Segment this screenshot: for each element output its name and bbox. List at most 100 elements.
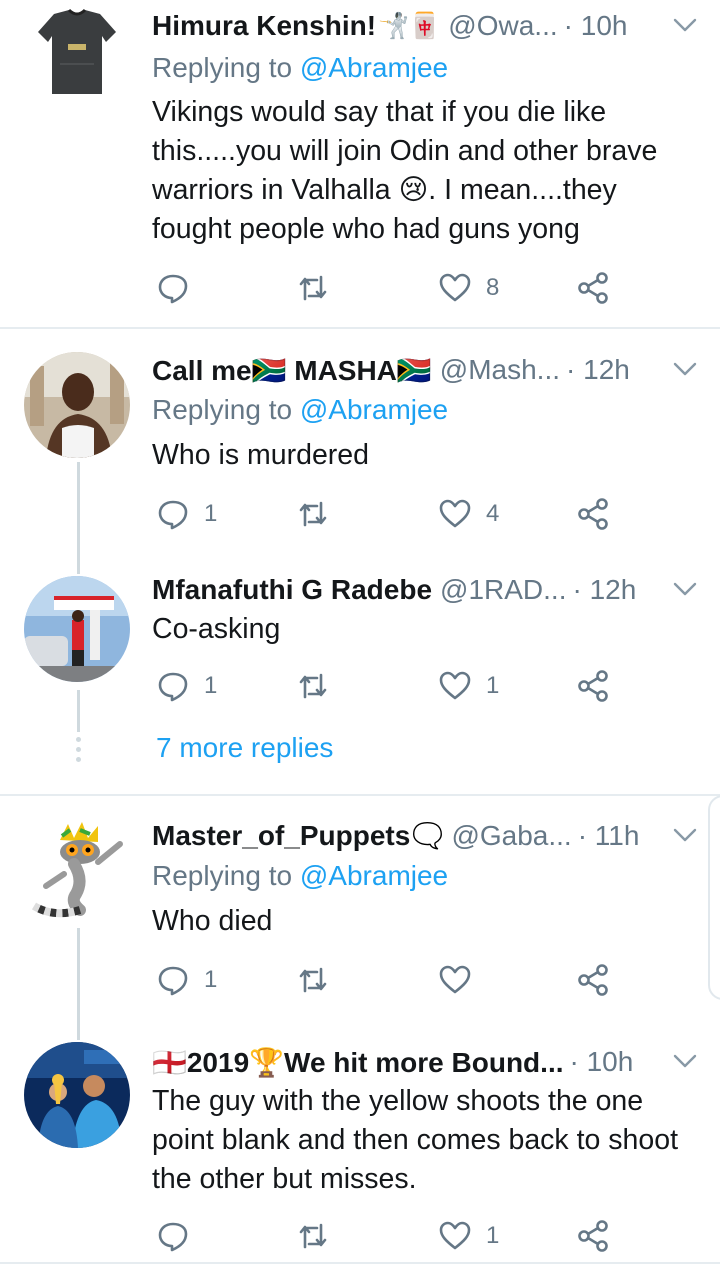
- user-handle[interactable]: @Owa...: [448, 10, 557, 42]
- chevron-down-icon[interactable]: [670, 820, 700, 850]
- display-name[interactable]: Master_of_Puppets: [152, 820, 410, 852]
- share-icon: [578, 272, 608, 304]
- retweet-button[interactable]: [296, 268, 344, 308]
- user-handle[interactable]: @1RAD...: [440, 574, 566, 606]
- tweet-header: Himura Kenshin! 🤺🀄 @Owa... · 10h: [152, 6, 700, 46]
- share-icon: [578, 964, 608, 996]
- avatar[interactable]: [24, 352, 130, 458]
- avatar[interactable]: [24, 1042, 130, 1148]
- action-bar: 8: [152, 268, 632, 308]
- reply-icon: [158, 500, 188, 530]
- retweet-button[interactable]: [296, 960, 344, 1000]
- like-button[interactable]: 4: [438, 494, 499, 534]
- action-bar: 1 1: [152, 666, 632, 706]
- timestamp[interactable]: · 11h: [578, 820, 640, 852]
- share-icon: [578, 1220, 608, 1252]
- reply-icon: [158, 1222, 188, 1252]
- tweet[interactable]: Himura Kenshin! 🤺🀄 @Owa... · 10h Replyin…: [0, 0, 720, 328]
- like-button[interactable]: 8: [438, 268, 499, 308]
- retweet-button[interactable]: [296, 666, 344, 706]
- replying-to-link[interactable]: @Abramjee: [300, 860, 448, 891]
- tweet-text: The guy with the yellow shoots the one p…: [152, 1085, 679, 1195]
- chevron-down-icon[interactable]: [670, 574, 700, 604]
- display-name[interactable]: Himura Kenshin!: [152, 10, 376, 42]
- like-count: 1: [486, 672, 500, 699]
- tweet[interactable]: Mfanafuthi G Radebe @1RAD... · 12h Co-as…: [0, 560, 720, 730]
- user-handle[interactable]: @Gaba...: [451, 820, 571, 852]
- replying-to: Replying to @Abramjee: [152, 52, 449, 83]
- retweet-icon: [299, 673, 327, 699]
- tweet-header: Mfanafuthi G Radebe @1RAD... · 12h: [152, 570, 700, 610]
- reply-count: 1: [204, 500, 218, 527]
- retweet-icon: [299, 967, 327, 993]
- name-emoji: 🤺🀄: [378, 11, 441, 40]
- tweet-header: Master_of_Puppets 🗨️ @Gaba... · 11h: [152, 816, 700, 856]
- timestamp[interactable]: · 10h: [570, 1046, 634, 1078]
- tweet-text: Who died: [152, 905, 273, 937]
- tweet-text: Who is murdered: [152, 439, 369, 471]
- like-button[interactable]: [438, 960, 486, 1000]
- timestamp[interactable]: · 12h: [572, 574, 636, 606]
- reply-button[interactable]: 1: [156, 494, 217, 534]
- replying-to-link[interactable]: @Abramjee: [300, 394, 448, 425]
- thread-dots: [74, 737, 82, 767]
- action-bar: 1: [152, 1216, 632, 1256]
- like-button[interactable]: 1: [438, 666, 499, 706]
- scroll-indicator[interactable]: [708, 795, 720, 1000]
- share-button[interactable]: [576, 960, 610, 1000]
- share-button[interactable]: [576, 268, 610, 308]
- avatar[interactable]: [24, 576, 130, 682]
- display-name[interactable]: Call me🇿🇦 MASHA🇿🇦: [152, 354, 432, 387]
- reply-button[interactable]: 1: [156, 666, 217, 706]
- tweet-header: 🏴󠁧󠁢󠁥󠁮󠁧󠁿2019🏆We hit more Bound... · 10h: [152, 1042, 700, 1082]
- reply-button[interactable]: 1: [156, 960, 217, 1000]
- display-name[interactable]: 🏴󠁧󠁢󠁥󠁮󠁧󠁿2019🏆We hit more Bound...: [152, 1046, 564, 1079]
- share-button[interactable]: [576, 494, 610, 534]
- chevron-down-icon[interactable]: [670, 354, 700, 384]
- avatar[interactable]: [24, 818, 130, 924]
- action-bar: 1: [152, 960, 632, 1000]
- like-button[interactable]: 1: [438, 1216, 499, 1256]
- more-replies-link[interactable]: 7 more replies: [156, 732, 333, 764]
- display-name[interactable]: Mfanafuthi G Radebe: [152, 574, 432, 606]
- retweet-icon: [299, 501, 327, 527]
- tweet-text: Vikings would say that if you die like t…: [152, 96, 658, 245]
- timestamp[interactable]: · 12h: [566, 354, 630, 386]
- replying-to-link[interactable]: @Abramjee: [300, 52, 448, 83]
- avatar[interactable]: [24, 4, 130, 100]
- retweet-button[interactable]: [296, 494, 344, 534]
- heart-icon: [439, 273, 471, 302]
- retweet-button[interactable]: [296, 1216, 344, 1256]
- heart-icon: [439, 965, 471, 994]
- timestamp[interactable]: · 10h: [564, 10, 628, 42]
- like-count: 1: [486, 1222, 500, 1249]
- tweet-text: Co-asking: [152, 613, 281, 645]
- tweet[interactable]: 🏴󠁧󠁢󠁥󠁮󠁧󠁿2019🏆We hit more Bound... · 10h T…: [0, 1026, 720, 1266]
- replying-to: Replying to @Abramjee: [152, 860, 449, 891]
- share-button[interactable]: [576, 666, 610, 706]
- tweet-header: Call me🇿🇦 MASHA🇿🇦 @Mash... · 12h: [152, 350, 700, 390]
- reply-button[interactable]: [156, 1216, 204, 1256]
- like-count: 4: [486, 500, 500, 527]
- retweet-icon: [299, 275, 327, 301]
- reply-icon: [158, 672, 188, 702]
- like-count: 8: [486, 274, 500, 301]
- share-button[interactable]: [576, 1216, 610, 1256]
- reply-count: 1: [204, 672, 218, 699]
- reply-icon: [158, 966, 188, 996]
- action-bar: 1 4: [152, 494, 632, 534]
- share-icon: [578, 670, 608, 702]
- user-handle[interactable]: @Mash...: [440, 354, 560, 386]
- tweet[interactable]: Call me🇿🇦 MASHA🇿🇦 @Mash... · 12h Replyin…: [0, 330, 720, 560]
- share-icon: [578, 498, 608, 530]
- chevron-down-icon[interactable]: [670, 1046, 700, 1076]
- tweet[interactable]: Master_of_Puppets 🗨️ @Gaba... · 11h Repl…: [0, 796, 720, 1026]
- reply-icon: [158, 274, 188, 304]
- reply-button[interactable]: [156, 268, 204, 308]
- retweet-icon: [299, 1223, 327, 1249]
- heart-icon: [439, 499, 471, 528]
- speech-bubble-icon: 🗨️: [412, 821, 444, 850]
- divider: [0, 1262, 720, 1264]
- chevron-down-icon[interactable]: [670, 10, 700, 40]
- heart-icon: [439, 671, 471, 700]
